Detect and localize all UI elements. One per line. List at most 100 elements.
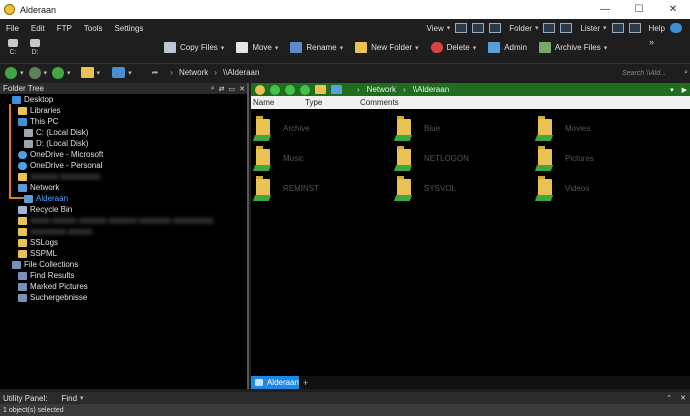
- help-menu-button[interactable]: Help: [649, 23, 682, 33]
- chevron-down-icon[interactable]: ▾: [415, 44, 419, 52]
- close-icon[interactable]: ✕: [680, 394, 686, 402]
- search-icon[interactable]: ⌕: [211, 85, 215, 93]
- back-arrow-icon[interactable]: [270, 84, 280, 95]
- file-item-pictures[interactable]: Pictures: [534, 144, 656, 172]
- tree-item-recycle-bin[interactable]: Recycle Bin: [18, 204, 72, 215]
- tree-item-alderaan[interactable]: Alderaan: [24, 193, 68, 204]
- breadcrumb-alderaan[interactable]: \\Alderaan: [223, 68, 259, 77]
- breadcrumb-alderaan[interactable]: \\Alderaan: [413, 85, 449, 94]
- up-arrow-icon[interactable]: [300, 84, 310, 95]
- column-type[interactable]: Type: [305, 98, 360, 107]
- admin-button[interactable]: Admin: [488, 42, 527, 53]
- forward-arrow-icon[interactable]: [285, 84, 295, 95]
- view-menu-button[interactable]: View ▾: [427, 23, 502, 33]
- chevron-down-icon[interactable]: ▾: [44, 69, 48, 77]
- lister-dual-icon[interactable]: [628, 23, 641, 33]
- chevron-down-icon[interactable]: ▾: [67, 69, 71, 77]
- drive-d-button[interactable]: D:: [27, 37, 43, 56]
- dropdown-arrow-icon[interactable]: ▾: [670, 86, 674, 94]
- lister-menu-button[interactable]: Lister ▾: [580, 23, 641, 33]
- lock-icon[interactable]: [255, 84, 265, 95]
- copy-files-button[interactable]: Copy Files ▾: [164, 42, 224, 53]
- tree-item-desktop[interactable]: Desktop: [12, 94, 53, 105]
- tree-item-sspml[interactable]: SSPML: [18, 248, 57, 259]
- sync-icon[interactable]: ⇄: [219, 85, 225, 93]
- maximize-button[interactable]: ☐: [622, 0, 656, 19]
- file-item-movies[interactable]: Movies: [534, 114, 656, 142]
- chevron-down-icon[interactable]: ▾: [97, 69, 101, 77]
- chevron-down-icon[interactable]: ▾: [340, 44, 344, 52]
- network-icon[interactable]: [112, 67, 126, 78]
- tree-item-redacted[interactable]: xxxxx xxxxxx xxxxxxx xxxxxxx xxxxxxxx xx…: [18, 215, 213, 226]
- chevron-down-icon[interactable]: ▾: [275, 44, 279, 52]
- minimize-button[interactable]: —: [588, 0, 622, 19]
- menu-file[interactable]: File: [0, 24, 25, 33]
- up-arrow-icon[interactable]: [52, 66, 65, 79]
- new-folder-button[interactable]: New Folder ▾: [355, 42, 419, 53]
- chevron-down-icon[interactable]: ▾: [604, 44, 608, 52]
- file-item-archive[interactable]: Archive: [252, 114, 374, 142]
- drive-c-button[interactable]: C:: [5, 37, 21, 56]
- chevron-down-icon[interactable]: ▾: [20, 69, 24, 77]
- search-icon[interactable]: ⌕: [684, 69, 688, 77]
- column-name[interactable]: Name: [251, 98, 305, 107]
- file-item-netlogon[interactable]: NETLOGON: [393, 144, 515, 172]
- network-icon[interactable]: [331, 85, 342, 94]
- folder-icon[interactable]: [315, 85, 326, 94]
- tree-item-redacted[interactable]: xxxxxxxxx xxxxxx: [18, 226, 92, 237]
- chevron-down-icon[interactable]: ▾: [473, 44, 477, 52]
- tree-item-libraries[interactable]: Libraries: [18, 105, 61, 116]
- tree-item-onedrive-microsoft[interactable]: OneDrive - Microsoft: [18, 149, 103, 160]
- tree-item-c-drive[interactable]: C: (Local Disk): [24, 127, 88, 138]
- file-item-reminst[interactable]: REMINST: [252, 174, 374, 202]
- tree-item-marked-pictures[interactable]: Marked Pictures: [18, 281, 88, 292]
- menu-tools[interactable]: Tools: [78, 24, 109, 33]
- search-input[interactable]: Search \\Ald... ⌕: [622, 67, 688, 79]
- tree-item-d-drive[interactable]: D: (Local Disk): [24, 138, 88, 149]
- view-thumbnails-icon[interactable]: [489, 23, 502, 33]
- lister-single-icon[interactable]: [611, 23, 624, 33]
- delete-button[interactable]: Delete ▾: [430, 42, 477, 53]
- tree-item-redacted[interactable]: xxxxxxx xxxxxxxxxx: [18, 171, 100, 182]
- close-icon[interactable]: ✕: [239, 85, 245, 93]
- tree-item-suchergebnisse[interactable]: Suchergebnisse: [18, 292, 87, 303]
- column-comments[interactable]: Comments: [360, 98, 399, 107]
- folder-layout-icon[interactable]: [560, 23, 573, 33]
- tree-item-onedrive-personal[interactable]: OneDrive - Personal: [18, 160, 102, 171]
- forward-arrow-icon[interactable]: [28, 66, 41, 79]
- folder-menu-button[interactable]: Folder ▾: [509, 23, 573, 33]
- view-details-icon[interactable]: [472, 23, 485, 33]
- breadcrumb-network[interactable]: Network: [367, 85, 396, 94]
- expand-up-icon[interactable]: ⌃: [666, 394, 672, 402]
- chevron-down-icon[interactable]: ▾: [80, 394, 84, 402]
- rename-button[interactable]: Rename ▾: [290, 42, 343, 53]
- tree-item-file-collections[interactable]: File Collections: [12, 259, 78, 270]
- tree-item-sslogs[interactable]: SSLogs: [18, 237, 58, 248]
- tree-item-this-pc[interactable]: This PC: [18, 116, 58, 127]
- back-arrow-icon[interactable]: [5, 66, 17, 79]
- view-mode-icon[interactable]: [455, 23, 468, 33]
- menu-ftp[interactable]: FTP: [51, 24, 78, 33]
- go-arrow-icon[interactable]: ▶: [682, 86, 687, 94]
- close-button[interactable]: ✕: [656, 0, 690, 19]
- chevron-down-icon[interactable]: ▾: [221, 44, 225, 52]
- file-item-music[interactable]: Music: [252, 144, 374, 172]
- pin-icon[interactable]: ▭: [229, 85, 236, 93]
- utility-panel-select[interactable]: Find: [61, 394, 77, 403]
- file-item-blue[interactable]: Blue: [393, 114, 515, 142]
- archive-files-button[interactable]: Archive Files ▾: [538, 42, 608, 53]
- move-button[interactable]: Move ▾: [236, 42, 278, 53]
- add-tab-button[interactable]: +: [303, 378, 308, 388]
- file-item-sysvol[interactable]: SYSVOL: [393, 174, 515, 202]
- menu-settings[interactable]: Settings: [108, 24, 149, 33]
- help-icon[interactable]: [670, 23, 682, 33]
- folder-tree-toggle-icon[interactable]: [543, 23, 556, 33]
- folder-icon[interactable]: [80, 67, 94, 78]
- tree-item-find-results[interactable]: Find Results: [18, 270, 74, 281]
- breadcrumb-network[interactable]: Network: [179, 68, 208, 77]
- toolbar-overflow-button[interactable]: »: [649, 37, 654, 47]
- chevron-down-icon[interactable]: ▾: [128, 69, 132, 77]
- file-item-videos[interactable]: Videos: [534, 174, 656, 202]
- tree-item-network[interactable]: Network: [18, 182, 59, 193]
- menu-edit[interactable]: Edit: [25, 24, 51, 33]
